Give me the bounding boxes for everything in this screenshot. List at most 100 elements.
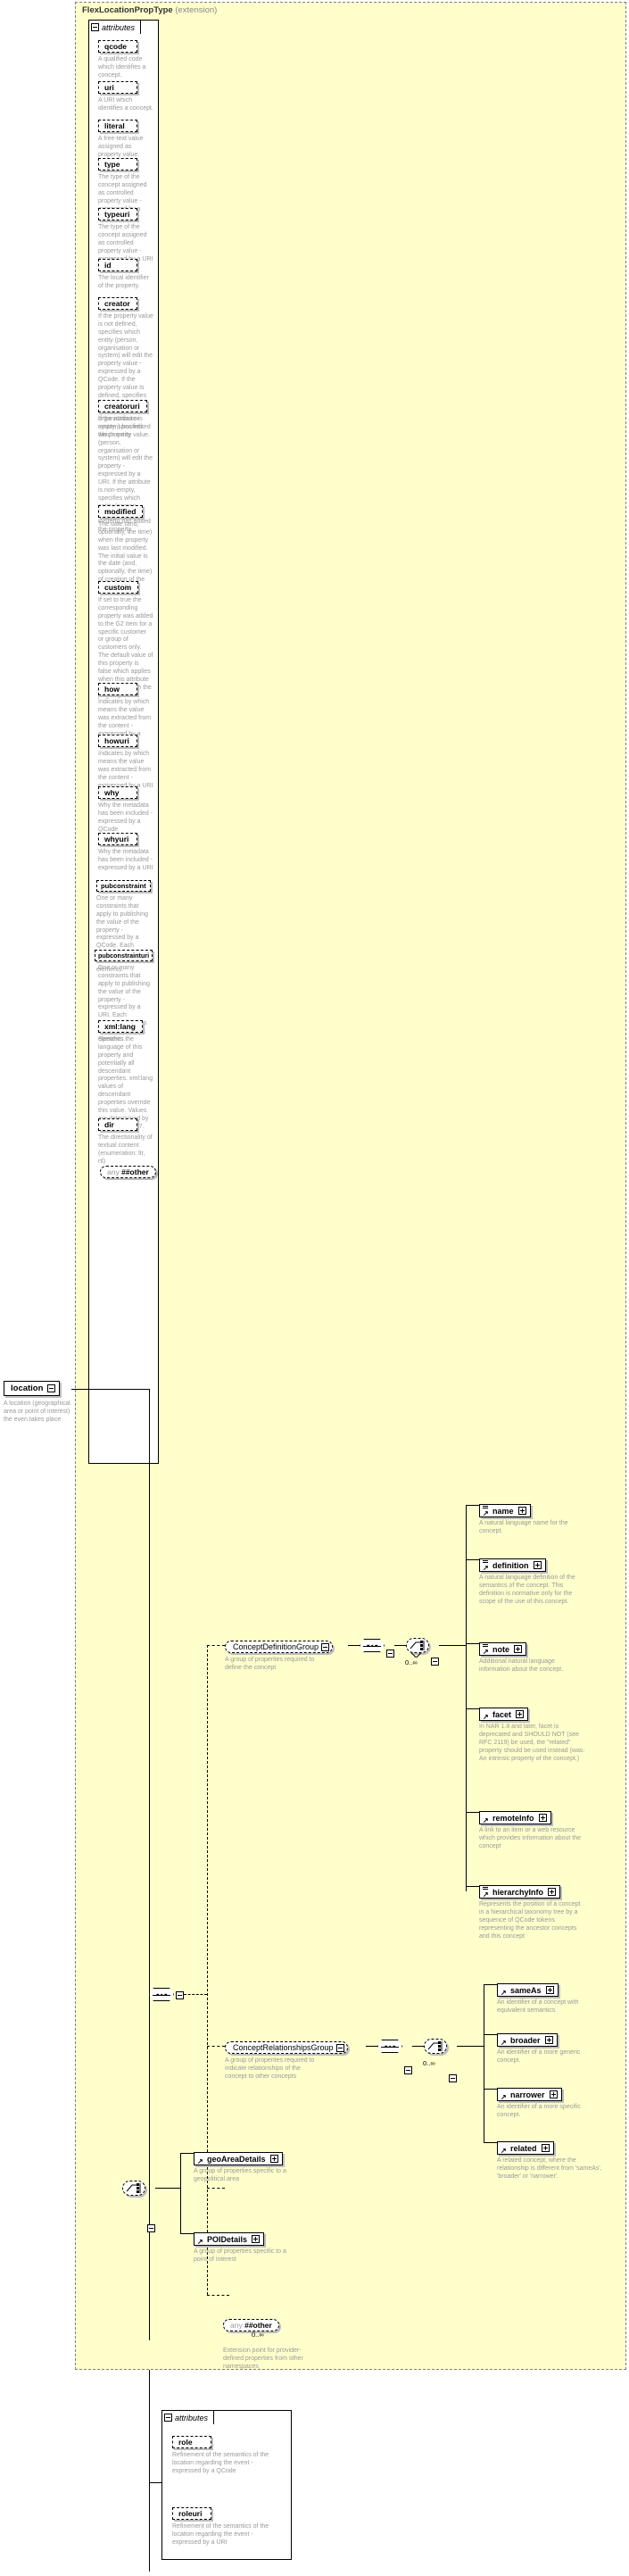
definition-sequence-collapse-icon[interactable] xyxy=(386,1649,394,1658)
any-other-bottom-box[interactable]: any ##other xyxy=(223,2319,279,2331)
attribute-qcode-name[interactable]: qcode xyxy=(98,40,137,53)
attribute-pubconstrainturi-name[interactable]: pubconstrainturi xyxy=(95,950,153,961)
group-conceptdefinitiongroup-collapse-icon[interactable] xyxy=(321,1642,330,1651)
element-related[interactable]: ↗ related A related concept, where the r… xyxy=(497,2135,604,2181)
attribute-literal[interactable]: literal A free-text value assigned as pr… xyxy=(98,117,153,160)
root-sequence-collapse-icon[interactable] xyxy=(176,1991,184,1999)
element-definition[interactable]: ↗ definition A natural language definiti… xyxy=(479,1552,586,1607)
element-poidetails-box[interactable]: ↗ POIDetails xyxy=(194,2232,265,2246)
attribute-type-name[interactable]: type xyxy=(98,158,137,170)
relationships-choice-node[interactable] xyxy=(424,2039,447,2054)
attribute-role-name[interactable]: role xyxy=(172,2436,211,2448)
element-related-box[interactable]: ↗ related xyxy=(497,2141,554,2155)
definition-choice-collapse-icon[interactable] xyxy=(431,1658,439,1666)
attribute-roleuri-name[interactable]: roleuri xyxy=(172,2507,211,2520)
attribute-whyuri-name[interactable]: whyuri xyxy=(98,833,137,845)
details-choice-node[interactable] xyxy=(122,2181,145,2196)
attribute-why-name[interactable]: why xyxy=(98,786,137,799)
element-poidetails-expand-icon[interactable] xyxy=(252,2235,261,2243)
attribute-literal-name[interactable]: literal xyxy=(98,120,137,132)
attribute-howuri-name[interactable]: howuri xyxy=(98,735,137,747)
attribute-roleuri[interactable]: roleuri Refinement of the semantics of t… xyxy=(172,2505,281,2547)
attribute-xml-lang-name[interactable]: xml:lang xyxy=(98,1020,143,1033)
element-definition-box[interactable]: ↗ definition xyxy=(479,1558,546,1572)
attribute-xml-lang[interactable]: xml:lang Specifies the language of this … xyxy=(98,1018,153,1132)
attribute-pubconstraint-name[interactable]: pubconstraint xyxy=(96,880,151,892)
attribute-typeuri[interactable]: typeuri The type of the concept assigned… xyxy=(98,205,153,263)
group-conceptrelationshipsgroup-collapse-icon[interactable] xyxy=(335,2043,344,2052)
attribute-custom-name[interactable]: custom xyxy=(98,581,139,594)
element-facet-box[interactable]: ↗ facet xyxy=(479,1708,529,1721)
element-facet-expand-icon[interactable] xyxy=(516,1710,525,1718)
element-remoteinfo[interactable]: ↗ remoteInfo A link to an item or a web … xyxy=(479,1805,586,1851)
attribute-dir-name[interactable]: dir xyxy=(98,1118,137,1131)
attribute-how-name[interactable]: how xyxy=(98,683,137,695)
attribute-id-name[interactable]: id xyxy=(98,259,137,271)
element-narrower-expand-icon[interactable] xyxy=(549,2090,558,2098)
any-other-top-box[interactable]: any ##other xyxy=(100,1166,156,1178)
group-conceptdefinitiongroup[interactable]: ConceptDefinitionGroup A group of proper… xyxy=(225,1638,334,1673)
attributes-panel-bottom-header[interactable]: attributes xyxy=(161,2410,215,2424)
attribute-modified-name[interactable]: modified xyxy=(98,505,144,518)
element-geoareadetails[interactable]: ↗ geoAreaDetails A group of properties s… xyxy=(194,2146,301,2184)
element-note[interactable]: ↗ note Additional natural language infor… xyxy=(479,1636,586,1674)
attribute-typeuri-name[interactable]: typeuri xyxy=(98,208,137,220)
attribute-uri[interactable]: uri A URI which identifies a concept. xyxy=(98,79,153,113)
attributes-panel-top-header[interactable]: attributes xyxy=(88,20,142,34)
element-remoteinfo-box[interactable]: ↗ remoteInfo xyxy=(479,1811,551,1824)
definition-choice-shape[interactable] xyxy=(406,1638,429,1653)
attribute-id[interactable]: id The local identifier of the property. xyxy=(98,256,153,291)
location-element-box[interactable]: location xyxy=(4,1381,61,1396)
location-collapse-minus-icon[interactable] xyxy=(47,1384,56,1392)
group-conceptdefinitiongroup-box[interactable]: ConceptDefinitionGroup xyxy=(225,1641,334,1653)
element-narrower[interactable]: ↗ narrower An identifier of a more speci… xyxy=(497,2082,604,2120)
attribute-creator-name[interactable]: creator xyxy=(98,297,137,310)
group-conceptrelationshipsgroup[interactable]: ConceptRelationshipsGroup A group of pro… xyxy=(225,2039,348,2082)
collapse-minus-icon-bottom[interactable] xyxy=(164,2414,172,2422)
details-choice-shape[interactable] xyxy=(122,2181,145,2196)
element-hierarchyinfo-box[interactable]: ↗ hierarchyInfo xyxy=(479,1885,561,1899)
attribute-howuri[interactable]: howuri Indicates by which means the valu… xyxy=(98,732,153,790)
element-sameas-box[interactable]: ↗ sameAs xyxy=(497,1983,559,1997)
collapse-minus-icon[interactable] xyxy=(91,23,99,31)
element-broader-box[interactable]: ↗ broader xyxy=(497,2033,558,2047)
element-narrower-box[interactable]: ↗ narrower xyxy=(497,2088,562,2101)
location-element[interactable]: location A location (geographical area o… xyxy=(4,1379,75,1424)
root-sequence-shape[interactable] xyxy=(149,1988,174,2001)
attribute-dir[interactable]: dir The directionality of textual conten… xyxy=(98,1116,153,1167)
element-poidetails[interactable]: ↗ POIDetails A group of properties speci… xyxy=(194,2226,301,2264)
element-name-expand-icon[interactable] xyxy=(517,1507,526,1515)
element-sameas[interactable]: ↗ sameAs An identifier of a concept with… xyxy=(497,1977,604,2015)
relationships-choice-collapse-icon[interactable] xyxy=(449,2074,457,2082)
element-geoareadetails-expand-icon[interactable] xyxy=(269,2155,278,2163)
definition-sequence-node[interactable] xyxy=(360,1639,385,1652)
element-broader-expand-icon[interactable] xyxy=(544,2036,553,2044)
element-note-expand-icon[interactable] xyxy=(514,1645,522,1653)
attribute-role[interactable]: role Refinement of the semantics of the … xyxy=(172,2433,281,2476)
element-hierarchyinfo[interactable]: ↗ hierarchyInfo Represents the position … xyxy=(479,1879,586,1940)
element-definition-expand-icon[interactable] xyxy=(533,1561,542,1569)
element-note-box[interactable]: ↗ note xyxy=(479,1642,526,1656)
element-name[interactable]: ↗ name A natural language name for the c… xyxy=(479,1498,586,1536)
element-remoteinfo-expand-icon[interactable] xyxy=(538,1814,547,1822)
relationships-sequence-node[interactable] xyxy=(377,2040,402,2053)
any-other-bottom[interactable]: any ##other 0..∞ Extension point for pro… xyxy=(223,2316,305,2371)
definition-sequence-shape[interactable] xyxy=(360,1639,385,1652)
element-sameas-expand-icon[interactable] xyxy=(545,1986,554,1994)
attribute-qcode[interactable]: qcode A qualified code which identifies … xyxy=(98,37,153,80)
element-facet[interactable]: ↗ facet In NAR 1.8 and later, facet is d… xyxy=(479,1701,586,1763)
relationships-sequence-shape[interactable] xyxy=(377,2040,402,2053)
attribute-why[interactable]: why Why the metadata has been included -… xyxy=(98,784,153,835)
element-hierarchyinfo-expand-icon[interactable] xyxy=(548,1888,557,1896)
attribute-uri-name[interactable]: uri xyxy=(98,81,137,94)
element-broader[interactable]: ↗ broader An identifier of a more generi… xyxy=(497,2027,604,2065)
element-related-expand-icon[interactable] xyxy=(541,2144,550,2152)
root-sequence-node[interactable] xyxy=(149,1988,174,2001)
any-other-top[interactable]: any ##other xyxy=(100,1163,156,1179)
attribute-creatoruri-name[interactable]: creatoruri xyxy=(98,400,147,412)
relationships-choice-shape[interactable] xyxy=(424,2039,447,2054)
attribute-whyuri[interactable]: whyuri Why the metadata has been include… xyxy=(98,830,153,873)
definition-choice-node[interactable] xyxy=(406,1638,429,1653)
element-geoareadetails-box[interactable]: ↗ geoAreaDetails xyxy=(194,2152,283,2165)
element-name-box[interactable]: ↗ name xyxy=(479,1504,531,1517)
